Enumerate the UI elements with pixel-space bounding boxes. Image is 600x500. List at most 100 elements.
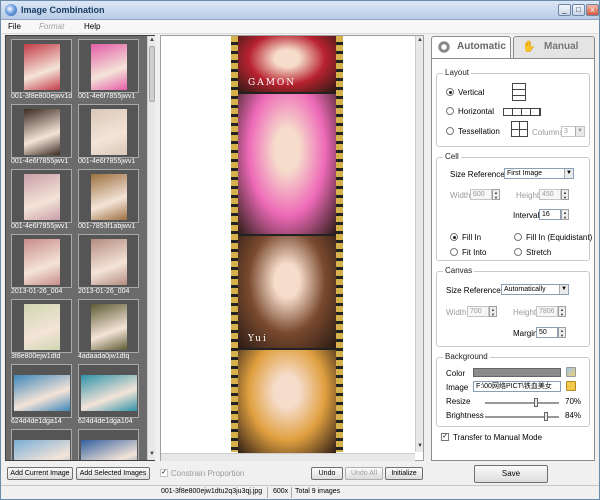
status-bar: 001-3f8e800ejw1dtu2q3ju3qj.jpg 600x Tota… <box>1 485 599 499</box>
horizontal-layout-icon <box>503 108 541 116</box>
scroll-down-icon[interactable]: ▼ <box>148 450 156 458</box>
tab-automatic[interactable]: Automatic <box>431 36 511 58</box>
fill-in-radio[interactable] <box>450 233 458 241</box>
canvas-margin-spinner[interactable]: ▲ ▼ <box>558 327 566 338</box>
brightness-slider-handle[interactable] <box>543 412 548 421</box>
add-current-image-button[interactable]: Add Current Image <box>7 467 73 480</box>
fill-in-equidistant-radio[interactable] <box>514 233 522 241</box>
brightness-slider[interactable] <box>485 412 559 421</box>
thumbnail-item[interactable]: 3f8e800ejw1dtd <box>11 299 72 361</box>
save-button[interactable]: Save <box>474 465 548 483</box>
thumbnail-list[interactable]: 001-3f8e800ejwv1d 001-4e6f7855jwv1 001-4e6… <box>5 35 155 461</box>
thumbnail-item[interactable] <box>11 429 72 460</box>
minimize-button[interactable]: _ <box>558 4 571 16</box>
close-button[interactable]: x <box>586 4 599 16</box>
cell-width-field[interactable]: 600 <box>470 189 492 200</box>
tab-manual[interactable]: ✋ Manual <box>513 36 595 58</box>
thumbnail-image <box>11 169 72 223</box>
thumbnail-item[interactable] <box>78 429 139 460</box>
brightness-label: Brightness <box>446 411 484 420</box>
thumbnail-item[interactable]: 624d4de1dga14 <box>11 364 72 426</box>
layout-horizontal-radio[interactable] <box>446 107 454 115</box>
thumbnail-item[interactable]: 4adaada0jw1dtq <box>78 299 139 361</box>
layout-horizontal-label: Horizontal <box>458 107 495 116</box>
canvas-height-field[interactable]: 7806 <box>536 306 558 317</box>
thumbnail-item[interactable]: 001-4e6f7855jwv1 <box>78 104 139 166</box>
thumbnail-photo <box>81 375 137 411</box>
resize-slider[interactable] <box>485 398 559 407</box>
background-image-field[interactable]: F:\00网络PICT\铁血美女 <box>473 381 561 392</box>
cell-interval-spinner[interactable]: ▲ ▼ <box>561 209 569 220</box>
cell-interval-field[interactable]: 16 <box>539 209 561 220</box>
thumbnail-caption: 2013-01-26_004 <box>11 288 63 295</box>
stretch-radio[interactable] <box>514 248 522 256</box>
thumbnail-item[interactable]: 001-4e6f7855jwv1 <box>78 39 139 101</box>
thumbnail-item[interactable]: 2013-01-26_004 <box>11 234 72 296</box>
initialize-button[interactable]: Initialize <box>385 467 423 480</box>
undo-button[interactable]: Undo <box>311 467 343 480</box>
transfer-to-manual-label: Transfer to Manual Mode <box>453 433 543 442</box>
canvas-width-field[interactable]: 700 <box>467 306 489 317</box>
vertical-layout-icon <box>512 83 526 101</box>
cell-size-reference-value: First Image <box>507 170 543 177</box>
menu-file[interactable]: File <box>8 22 21 31</box>
menu-help[interactable]: Help <box>84 22 100 31</box>
app-icon <box>5 4 17 16</box>
cell-height-field[interactable]: 450 <box>539 189 561 200</box>
scroll-down-icon[interactable]: ▼ <box>416 442 424 450</box>
layout-tessellation-radio[interactable] <box>446 127 454 135</box>
canvas-width-spinner[interactable]: ▲ ▼ <box>489 306 497 317</box>
app-window: Image Combination _ □ x File Format Help… <box>0 0 600 500</box>
preview-vscrollbar[interactable]: ▲ ▼ <box>415 36 423 452</box>
canvas-margin-field[interactable]: 50 <box>536 327 558 338</box>
background-color-swatch[interactable] <box>473 368 561 377</box>
thumbnail-item[interactable]: 2013-01-26_004 <box>78 234 139 296</box>
preview-photo-roses: GAMON <box>238 36 336 92</box>
background-group-title: Background <box>443 352 490 361</box>
canvas-margin-label: Margin <box>513 329 538 338</box>
fit-into-radio[interactable] <box>450 248 458 256</box>
menu-format[interactable]: Format <box>39 22 64 31</box>
thumbnail-item[interactable]: 624d4de1dga104 <box>78 364 139 426</box>
thumbnail-item[interactable]: 001-7853f1abjwv1 <box>78 169 139 231</box>
transfer-to-manual-checkbox[interactable]: ✓ <box>441 433 449 441</box>
scroll-up-icon[interactable]: ▲ <box>416 36 424 44</box>
preview-hscrollbar[interactable] <box>161 453 415 461</box>
cell-size-reference-select[interactable]: First Image ▼ <box>504 168 574 179</box>
color-picker-icon[interactable] <box>566 367 576 377</box>
canvas-width-label: Width <box>446 308 467 317</box>
thumbnail-item[interactable]: 001-4e6f7855jwv1 <box>11 104 72 166</box>
cell-width-spinner[interactable]: ▲ ▼ <box>492 189 500 200</box>
folder-icon[interactable] <box>566 381 576 391</box>
canvas-size-reference-label: Size Reference <box>446 286 501 295</box>
thumbnail-image <box>11 364 72 418</box>
chevron-down-icon: ▼ <box>564 169 573 178</box>
title-bar: Image Combination _ □ x <box>1 1 599 20</box>
thumbnail-photo <box>91 304 127 350</box>
canvas-height-spinner[interactable]: ▲ ▼ <box>558 306 566 317</box>
preview-area[interactable]: GAMON Yui ▲ ▼ <box>160 35 424 461</box>
constrain-proportion-checkbox[interactable]: ✓ <box>160 469 168 477</box>
scroll-up-icon[interactable]: ▲ <box>148 36 156 44</box>
thumbnail-item[interactable]: 001-3f8e800ejwv1d <box>11 39 72 101</box>
thumbnail-scrollbar[interactable]: ▲ ▼ <box>147 36 155 460</box>
layout-vertical-radio[interactable] <box>446 88 454 96</box>
cell-height-spinner[interactable]: ▲ ▼ <box>561 189 569 200</box>
maximize-button[interactable]: □ <box>572 4 585 16</box>
add-selected-images-button[interactable]: Add Selected Images <box>76 467 150 480</box>
thumbnail-item[interactable]: 001-4e6f7855jwv1 <box>11 169 72 231</box>
photo-overlay-text: GAMON <box>248 78 297 88</box>
thumbnail-photo <box>24 44 60 90</box>
canvas-size-reference-select[interactable]: Automatically ▼ <box>501 284 569 295</box>
thumbnail-caption: 001-4e6f7855jwv1 <box>78 93 136 100</box>
constrain-proportion-label: Constrain Proportion <box>171 469 245 478</box>
film-border-right <box>336 36 343 452</box>
resize-slider-handle[interactable] <box>534 398 538 407</box>
columns-select[interactable]: 3 ▼ <box>561 126 585 137</box>
undo-all-button[interactable]: Undo All <box>345 467 383 480</box>
tab-automatic-label: Automatic <box>457 41 506 52</box>
thumbnail-image <box>11 39 72 93</box>
scroll-thumb[interactable] <box>149 46 155 102</box>
thumbnail-image <box>78 364 139 418</box>
cell-interval-label: Interval <box>513 211 540 220</box>
